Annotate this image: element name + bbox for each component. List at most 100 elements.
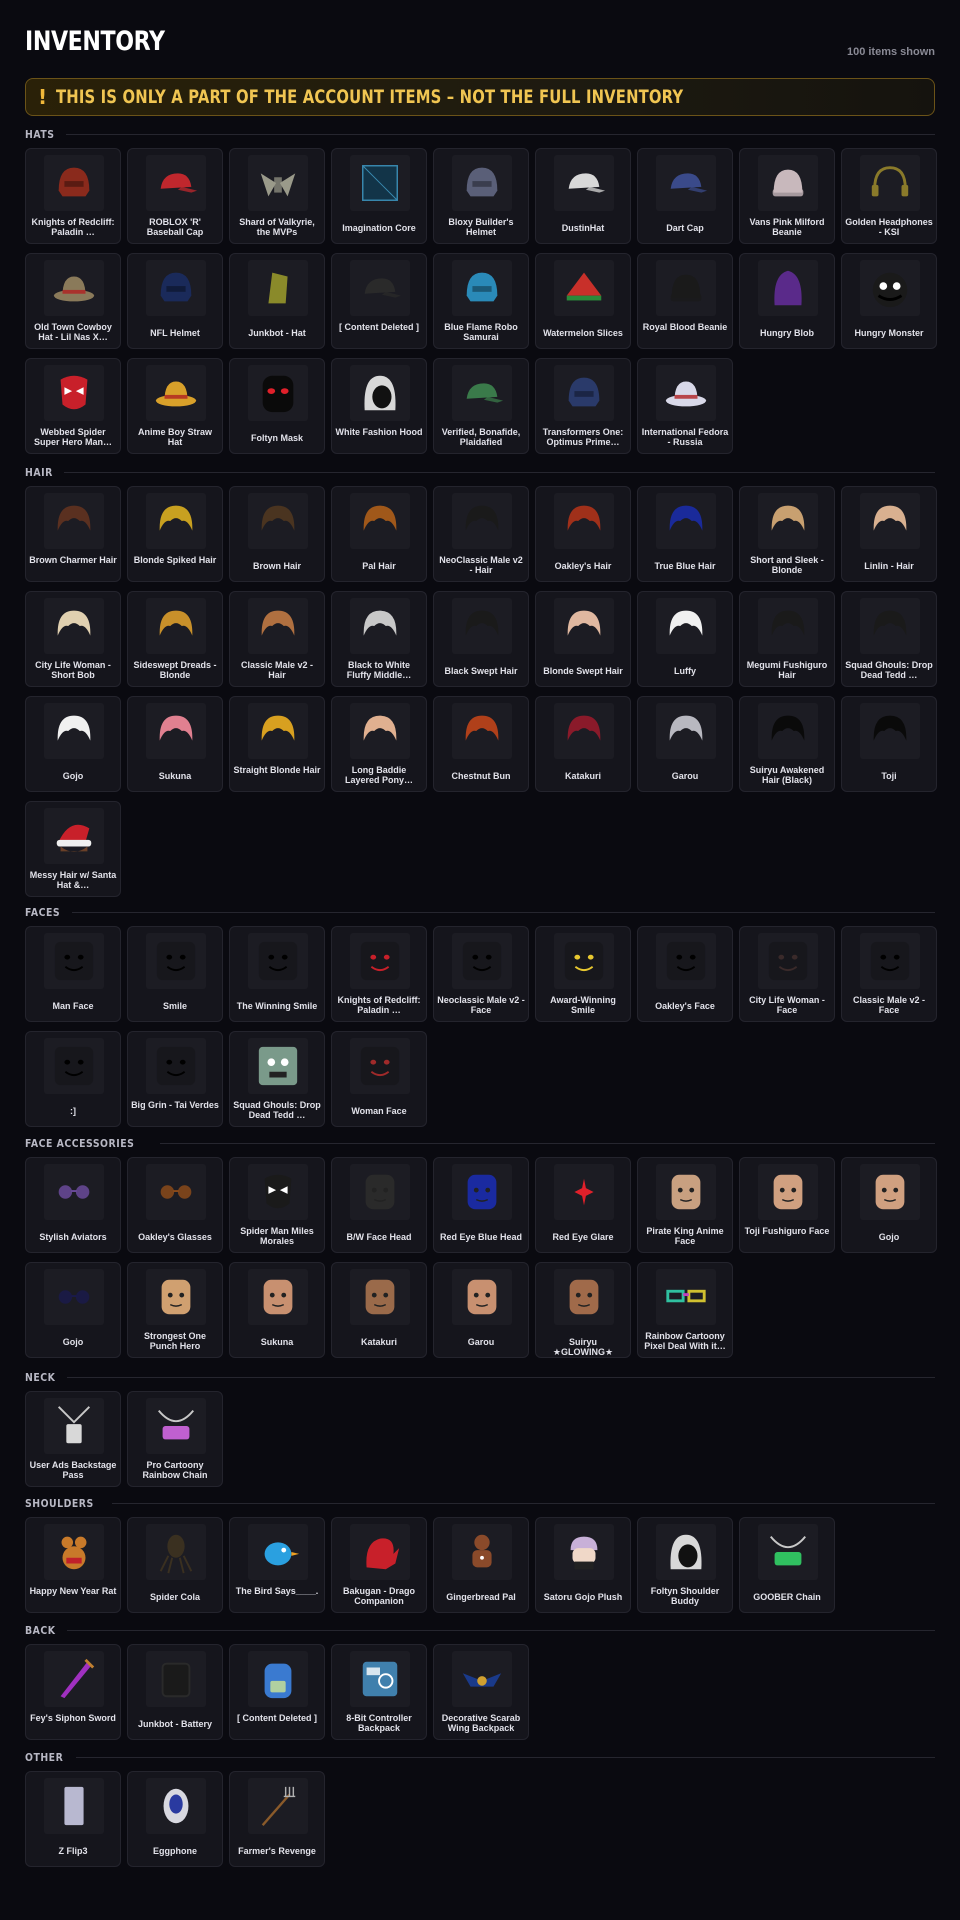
item-card[interactable]: Chestnut Bun <box>433 696 529 792</box>
item-card[interactable]: Fey's Siphon Sword <box>25 1644 121 1740</box>
item-card[interactable]: Foltyn Mask <box>229 358 325 454</box>
item-card[interactable]: Farmer's Revenge <box>229 1771 325 1867</box>
item-card[interactable]: City Life Woman - Short Bob <box>25 591 121 687</box>
item-card[interactable]: Oakley's Hair <box>535 486 631 582</box>
item-card[interactable]: Brown Charmer Hair <box>25 486 121 582</box>
item-card[interactable]: Man Face <box>25 926 121 1022</box>
item-card[interactable]: Blue Flame Robo Samurai <box>433 253 529 349</box>
item-card[interactable]: Toji Fushiguro Face <box>739 1157 835 1253</box>
item-card[interactable]: NFL Helmet <box>127 253 223 349</box>
item-card[interactable]: Pal Hair <box>331 486 427 582</box>
item-card[interactable]: B/W Face Head <box>331 1157 427 1253</box>
item-card[interactable]: Oakley's Glasses <box>127 1157 223 1253</box>
item-card[interactable]: Squad Ghouls: Drop Dead Tedd … <box>229 1031 325 1127</box>
item-card[interactable]: DustinHat <box>535 148 631 244</box>
item-card[interactable]: Straight Blonde Hair <box>229 696 325 792</box>
item-card[interactable]: ROBLOX 'R' Baseball Cap <box>127 148 223 244</box>
item-card[interactable]: The Bird Says____. <box>229 1517 325 1613</box>
item-card[interactable]: [ Content Deleted ] <box>331 253 427 349</box>
item-card[interactable]: Knights of Redcliff: Paladin … <box>331 926 427 1022</box>
item-card[interactable]: Megumi Fushiguro Hair <box>739 591 835 687</box>
item-card[interactable]: Suiryu ★GLOWING★ <box>535 1262 631 1358</box>
item-card[interactable]: Pirate King Anime Face <box>637 1157 733 1253</box>
item-card[interactable]: Hungry Blob <box>739 253 835 349</box>
item-card[interactable]: Squad Ghouls: Drop Dead Tedd … <box>841 591 937 687</box>
item-card[interactable]: Sukuna <box>127 696 223 792</box>
item-card[interactable]: :] <box>25 1031 121 1127</box>
item-card[interactable]: Big Grin - Tai Verdes <box>127 1031 223 1127</box>
item-card[interactable]: Old Town Cowboy Hat - Lil Nas X… <box>25 253 121 349</box>
item-card[interactable]: Award-Winning Smile <box>535 926 631 1022</box>
item-card[interactable]: Golden Headphones - KSI <box>841 148 937 244</box>
item-card[interactable]: Foltyn Shoulder Buddy <box>637 1517 733 1613</box>
item-card[interactable]: Gojo <box>25 696 121 792</box>
item-card[interactable]: Brown Hair <box>229 486 325 582</box>
item-card[interactable]: Black Swept Hair <box>433 591 529 687</box>
item-card[interactable]: [ Content Deleted ] <box>229 1644 325 1740</box>
item-card[interactable]: Junkbot - Hat <box>229 253 325 349</box>
item-card[interactable]: User Ads Backstage Pass <box>25 1391 121 1487</box>
item-card[interactable]: Long Baddie Layered Pony… <box>331 696 427 792</box>
item-card[interactable]: Toji <box>841 696 937 792</box>
item-card[interactable]: Stylish Aviators <box>25 1157 121 1253</box>
item-card[interactable]: Katakuri <box>535 696 631 792</box>
item-card[interactable]: Junkbot - Battery <box>127 1644 223 1740</box>
item-card[interactable]: Sukuna <box>229 1262 325 1358</box>
item-card[interactable]: Katakuri <box>331 1262 427 1358</box>
item-card[interactable]: Knights of Redcliff: Paladin … <box>25 148 121 244</box>
item-card[interactable]: Bakugan - Drago Companion <box>331 1517 427 1613</box>
item-card[interactable]: Webbed Spider Super Hero Man… <box>25 358 121 454</box>
item-card[interactable]: Rainbow Cartoony Pixel Deal With it… <box>637 1262 733 1358</box>
item-card[interactable]: Shard of Valkyrie, the MVPs <box>229 148 325 244</box>
item-card[interactable]: Satoru Gojo Plush <box>535 1517 631 1613</box>
item-card[interactable]: Garou <box>637 696 733 792</box>
item-card[interactable]: Blonde Swept Hair <box>535 591 631 687</box>
item-card[interactable]: Spider Cola <box>127 1517 223 1613</box>
item-card[interactable]: Smile <box>127 926 223 1022</box>
item-card[interactable]: Classic Male v2 - Hair <box>229 591 325 687</box>
item-card[interactable]: Gojo <box>841 1157 937 1253</box>
item-card[interactable]: Red Eye Glare <box>535 1157 631 1253</box>
item-card[interactable]: Happy New Year Rat <box>25 1517 121 1613</box>
item-card[interactable]: Watermelon Slices <box>535 253 631 349</box>
item-card[interactable]: Pro Cartoony Rainbow Chain <box>127 1391 223 1487</box>
item-card[interactable]: The Winning Smile <box>229 926 325 1022</box>
item-card[interactable]: Sideswept Dreads - Blonde <box>127 591 223 687</box>
item-card[interactable]: Black to White Fluffy Middle… <box>331 591 427 687</box>
item-card[interactable]: Royal Blood Beanie <box>637 253 733 349</box>
item-card[interactable]: Gojo <box>25 1262 121 1358</box>
item-card[interactable]: White Fashion Hood <box>331 358 427 454</box>
item-card[interactable]: Strongest One Punch Hero <box>127 1262 223 1358</box>
item-card[interactable]: Vans Pink Milford Beanie <box>739 148 835 244</box>
item-card[interactable]: Z Flip3 <box>25 1771 121 1867</box>
item-card[interactable]: City Life Woman - Face <box>739 926 835 1022</box>
item-card[interactable]: International Fedora - Russia <box>637 358 733 454</box>
item-card[interactable]: Garou <box>433 1262 529 1358</box>
item-card[interactable]: Bloxy Builder's Helmet <box>433 148 529 244</box>
item-card[interactable]: Short and Sleek - Blonde <box>739 486 835 582</box>
item-card[interactable]: Classic Male v2 - Face <box>841 926 937 1022</box>
item-card[interactable]: Verified, Bonafide, Plaidafied <box>433 358 529 454</box>
item-card[interactable]: Eggphone <box>127 1771 223 1867</box>
item-card[interactable]: Transformers One: Optimus Prime… <box>535 358 631 454</box>
item-card[interactable]: Linlin - Hair <box>841 486 937 582</box>
item-card[interactable]: Blonde Spiked Hair <box>127 486 223 582</box>
item-card[interactable]: Oakley's Face <box>637 926 733 1022</box>
item-card[interactable]: Hungry Monster <box>841 253 937 349</box>
item-card[interactable]: Spider Man Miles Morales <box>229 1157 325 1253</box>
item-card[interactable]: Imagination Core <box>331 148 427 244</box>
item-card[interactable]: Decorative Scarab Wing Backpack <box>433 1644 529 1740</box>
item-card[interactable]: Red Eye Blue Head <box>433 1157 529 1253</box>
item-card[interactable]: Gingerbread Pal <box>433 1517 529 1613</box>
item-card[interactable]: Neoclassic Male v2 - Face <box>433 926 529 1022</box>
item-card[interactable]: Luffy <box>637 591 733 687</box>
item-card[interactable]: True Blue Hair <box>637 486 733 582</box>
item-card[interactable]: 8-Bit Controller Backpack <box>331 1644 427 1740</box>
item-card[interactable]: Woman Face <box>331 1031 427 1127</box>
item-card[interactable]: NeoClassic Male v2 - Hair <box>433 486 529 582</box>
item-card[interactable]: Anime Boy Straw Hat <box>127 358 223 454</box>
item-card[interactable]: Messy Hair w/ Santa Hat &… <box>25 801 121 897</box>
item-card[interactable]: Suiryu Awakened Hair (Black) <box>739 696 835 792</box>
item-card[interactable]: Dart Cap <box>637 148 733 244</box>
item-card[interactable]: GOOBER Chain <box>739 1517 835 1613</box>
